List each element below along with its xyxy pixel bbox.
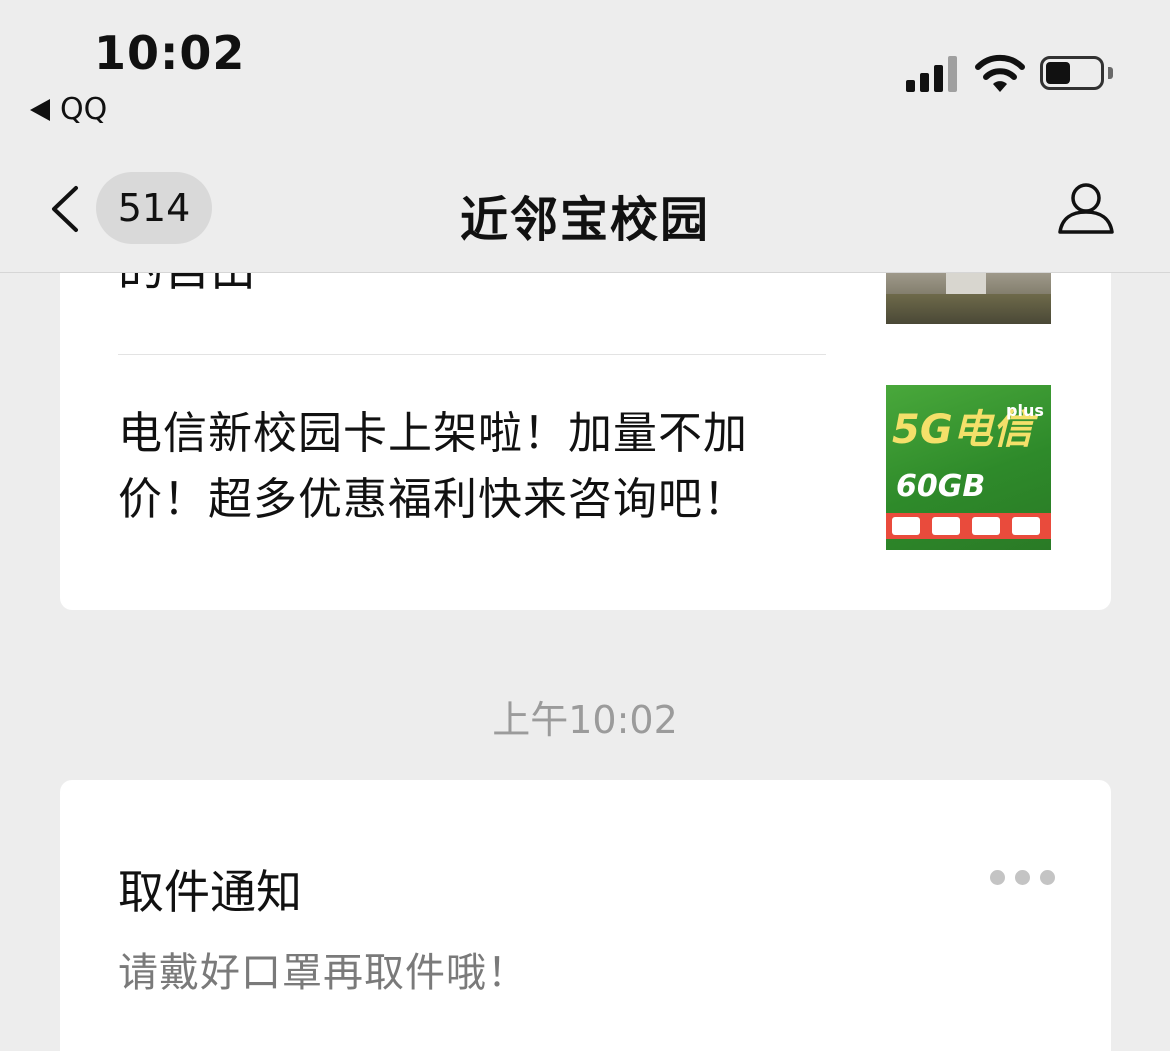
page-title: 近邻宝校园 [459,192,710,248]
wifi-icon [975,54,1025,92]
back-to-app-link[interactable]: QQ [30,92,107,127]
chat-content[interactable]: 的自由 电信新校园卡上架啦！加量不加价！超多优惠福利快来咨询吧！ 5G电信 pl… [0,273,1170,1051]
more-dots-icon[interactable] [990,870,1056,886]
battery-icon [1040,56,1114,92]
divider [118,354,826,355]
notification-title: 取件通知 [118,865,302,919]
back-triangle-icon [30,98,50,121]
partial-article-title[interactable]: 的自由 [118,273,256,299]
notification-body: 请戴好口罩再取件哦！ [118,950,528,996]
back-app-label: QQ [60,92,108,127]
notification-card[interactable]: 取件通知 请戴好口罩再取件哦！ [60,780,1111,1051]
article-card: 的自由 电信新校园卡上架啦！加量不加价！超多优惠福利快来咨询吧！ 5G电信 pl… [60,273,1111,610]
status-bar: 10:02 QQ [0,0,1170,140]
person-icon[interactable] [1056,180,1116,236]
status-time: 10:02 [94,26,246,80]
message-timestamp: 上午10:02 [492,698,678,742]
article-title[interactable]: 电信新校园卡上架啦！加量不加价！超多优惠福利快来咨询吧！ [118,401,818,533]
nav-bar: 514 近邻宝校园 [0,140,1170,273]
signal-icon [906,54,960,92]
article-thumbnail-5g-card[interactable]: 5G电信 plus 60GB [886,385,1051,550]
article-thumbnail-photo[interactable] [886,273,1051,324]
